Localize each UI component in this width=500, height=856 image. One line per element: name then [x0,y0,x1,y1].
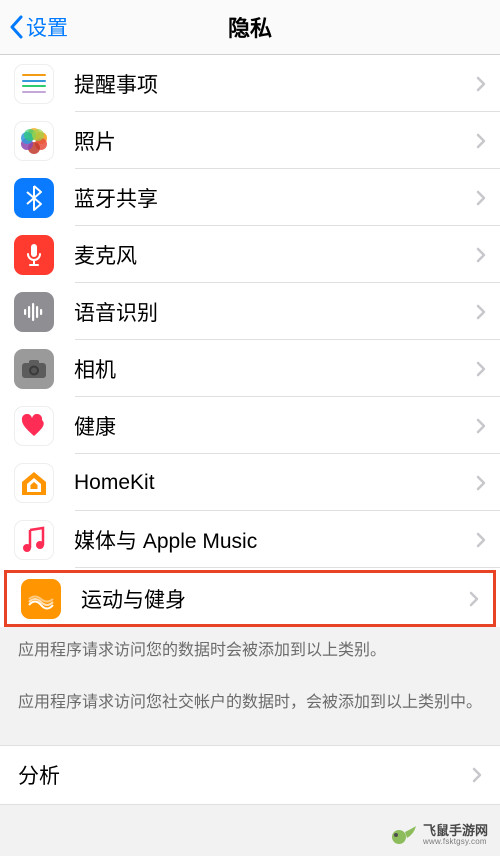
row-media[interactable]: 媒体与 Apple Music [0,511,500,568]
chevron-right-icon [476,133,500,149]
speech-icon [14,292,54,332]
row-speech[interactable]: 语音识别 [0,283,500,340]
nav-header: 设置 隐私 [0,0,500,55]
row-microphone[interactable]: 麦克风 [0,226,500,283]
row-analysis[interactable]: 分析 [0,746,500,804]
watermark-en: www.fsktgsy.com [423,838,488,846]
row-camera[interactable]: 相机 [0,340,500,397]
row-label: 相机 [74,354,476,384]
camera-icon [14,349,54,389]
watermark: 飞鼠手游网 www.fsktgsy.com [391,824,488,846]
row-homekit[interactable]: HomeKit [0,454,500,511]
row-label: 蓝牙共享 [74,183,476,213]
watermark-cn: 飞鼠手游网 [423,824,488,838]
footer-note-1: 应用程序请求访问您的数据时会被添加到以上类别。 [0,631,500,671]
row-label: 麦克风 [74,240,476,270]
row-label: 提醒事项 [74,69,476,99]
chevron-right-icon [476,304,500,320]
row-label: 健康 [74,411,476,441]
chevron-right-icon [469,591,493,607]
row-label: HomeKit [74,471,476,495]
chevron-right-icon [476,418,500,434]
health-icon [14,406,54,446]
row-motion-fitness[interactable]: 运动与健身 [4,570,496,627]
motion-icon [21,579,61,619]
reminders-icon [14,64,54,104]
privacy-list: 提醒事项 照片 蓝牙共享 麦克风 语音识别 [0,55,500,627]
row-label: 运动与健身 [81,584,469,614]
bluetooth-icon [14,178,54,218]
microphone-icon [14,235,54,275]
analysis-section: 分析 [0,745,500,805]
row-photos[interactable]: 照片 [0,112,500,169]
chevron-right-icon [476,361,500,377]
page-title: 隐私 [228,11,272,43]
chevron-right-icon [472,767,482,783]
music-icon [14,520,54,560]
row-health[interactable]: 健康 [0,397,500,454]
row-label: 语音识别 [74,297,476,327]
chevron-back-icon [8,15,24,39]
chevron-right-icon [476,247,500,263]
row-label: 照片 [74,126,476,156]
photos-icon [14,121,54,161]
row-label: 分析 [18,760,472,790]
chevron-right-icon [476,190,500,206]
homekit-icon [14,463,54,503]
row-reminders[interactable]: 提醒事项 [0,55,500,112]
back-button[interactable]: 设置 [0,12,68,42]
back-label: 设置 [26,12,68,42]
chevron-right-icon [476,76,500,92]
watermark-logo-icon [391,824,417,846]
footer-note-2: 应用程序请求访问您社交帐户的数据时，会被添加到以上类别中。 [0,671,500,745]
row-label: 媒体与 Apple Music [74,525,476,555]
row-bluetooth[interactable]: 蓝牙共享 [0,169,500,226]
chevron-right-icon [476,532,500,548]
chevron-right-icon [476,475,500,491]
